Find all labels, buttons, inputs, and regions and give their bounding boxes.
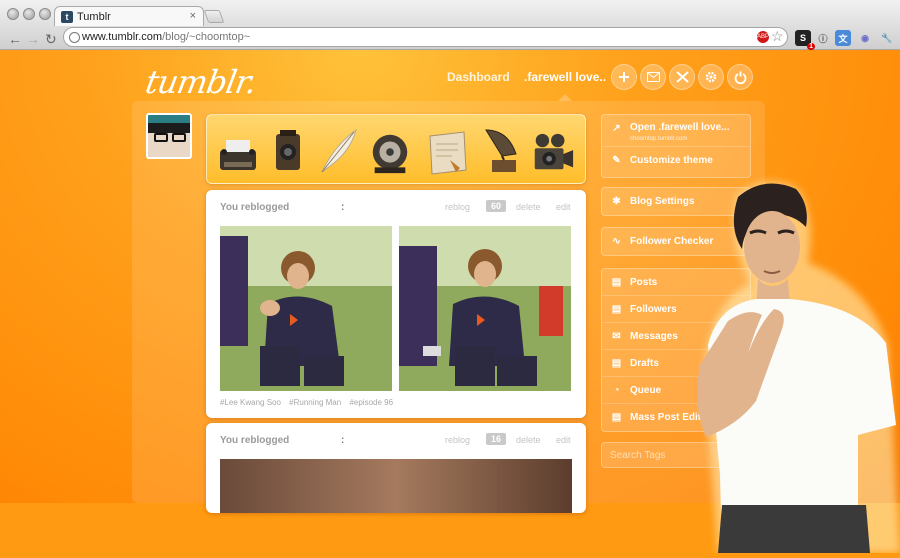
menu-label: Drafts	[630, 357, 659, 369]
document-icon: ▤	[611, 304, 622, 315]
post-photo[interactable]	[399, 226, 571, 391]
reblog-link[interactable]: reblog	[445, 435, 470, 445]
reblog-link[interactable]: reblog	[445, 202, 470, 212]
note-count[interactable]: 60	[486, 200, 507, 212]
tab-title: Tumblr	[77, 10, 111, 23]
menu-label: Followers	[630, 303, 677, 315]
tag-link[interactable]: #Lee Kwang Soo	[220, 398, 281, 407]
new-post-icon[interactable]	[611, 64, 637, 90]
tumblr-page: tumblr. Dashboard .farewell love.. You r…	[0, 50, 900, 554]
extension-circle-icon[interactable]: ◉	[857, 30, 873, 46]
post-photo[interactable]	[220, 226, 392, 391]
scroll-icon[interactable]	[425, 124, 471, 176]
adblock-icon[interactable]: ABP	[757, 31, 769, 43]
post-type-bar	[206, 114, 586, 184]
tumblr-logo[interactable]: tumblr.	[143, 63, 259, 101]
gramophone-icon[interactable]	[477, 124, 523, 176]
reload-icon[interactable]: ↻	[45, 31, 57, 48]
quill-icon[interactable]	[315, 124, 361, 176]
post-colon: :	[341, 435, 345, 446]
delete-link[interactable]: delete	[516, 202, 541, 212]
blog-link[interactable]: .farewell love..	[524, 70, 606, 84]
external-link-icon: ↗	[612, 123, 621, 134]
url-path: /blog/~choomtop~	[162, 31, 251, 43]
blog-caret-icon	[558, 94, 572, 101]
new-tab-button[interactable]	[203, 10, 225, 23]
gear-icon[interactable]	[698, 64, 724, 90]
document-icon: ▤	[611, 412, 622, 423]
camera-icon[interactable]	[265, 124, 311, 176]
forward-arrow-icon[interactable]: →	[26, 31, 40, 47]
wrench-icon[interactable]: 🔧	[879, 30, 895, 46]
post-colon: :	[341, 202, 345, 213]
blog-box: ↗ Open .farewell love... choomtop.tumblr…	[601, 114, 751, 178]
gear-icon: ✱	[612, 196, 621, 207]
open-blog-link[interactable]: ↗ Open .farewell love... choomtop.tumblr…	[602, 115, 750, 147]
menu-label: Posts	[630, 276, 658, 288]
wrench-icon: ✎	[612, 155, 621, 166]
post-tags: #Lee Kwang Soo #Running Man #episode 96	[220, 398, 399, 407]
close-window-button[interactable]	[7, 8, 19, 20]
extension-badge: 1	[807, 43, 815, 50]
mail-icon[interactable]	[640, 64, 666, 90]
tumblr-x-icon[interactable]	[669, 64, 695, 90]
avatar[interactable]	[146, 113, 192, 159]
tumblr-favicon-icon: t	[61, 10, 73, 23]
post-photo[interactable]	[220, 459, 572, 513]
translate-icon[interactable]: 文	[835, 30, 851, 46]
post-attribution: You reblogged	[220, 435, 290, 446]
person-photo-overlay	[697, 175, 900, 554]
envelope-icon: ✉	[612, 331, 621, 342]
extension-s-icon[interactable]: S1	[795, 30, 815, 50]
post-card: You reblogged : reblog 60 delete edit #L…	[206, 190, 586, 418]
url-domain: www.tumblr.com	[82, 31, 163, 43]
dashboard-link[interactable]: Dashboard	[447, 70, 510, 84]
edit-link[interactable]: edit	[556, 202, 571, 212]
phonograph-horn-icon[interactable]	[367, 124, 413, 176]
extension-info-icon[interactable]: ⓘ	[815, 30, 831, 46]
tab-close-icon[interactable]: ×	[190, 10, 196, 22]
menu-label: Messages	[630, 330, 678, 342]
menu-label: Queue	[630, 384, 662, 396]
open-blog-label: Open .farewell love...	[630, 122, 730, 133]
address-bar[interactable]: www.tumblr.com/blog/~choomtop~	[63, 27, 788, 47]
video-camera-icon[interactable]	[529, 124, 575, 176]
document-icon: ▤	[611, 277, 622, 288]
typewriter-icon[interactable]	[215, 124, 261, 176]
tag-link[interactable]: #episode 96	[349, 398, 393, 407]
blog-url: choomtop.tumblr.com	[630, 136, 688, 142]
power-icon[interactable]	[727, 64, 753, 90]
delete-link[interactable]: delete	[516, 435, 541, 445]
note-count[interactable]: 16	[486, 433, 507, 445]
customize-theme-link[interactable]: ✎ Customize theme	[602, 147, 750, 174]
bookmark-star-icon[interactable]: ☆	[771, 28, 784, 45]
globe-icon	[69, 32, 80, 43]
minimize-window-button[interactable]	[23, 8, 35, 20]
blog-settings-label: Blog Settings	[630, 196, 695, 207]
post-card: You reblogged : reblog 16 delete edit	[206, 423, 586, 513]
document-icon: ▤	[611, 358, 622, 369]
post-attribution: You reblogged	[220, 202, 290, 213]
chart-icon: ∿	[612, 236, 621, 247]
browser-tab[interactable]: t Tumblr ×	[54, 6, 204, 26]
customize-label: Customize theme	[630, 155, 713, 166]
back-arrow-icon[interactable]: ←	[8, 31, 22, 47]
clock-icon: ◔	[613, 385, 620, 396]
browser-toolbar: t Tumblr × ← → ↻ www.tumblr.com/blog/~ch…	[0, 0, 900, 50]
maximize-window-button[interactable]	[39, 8, 51, 20]
tag-link[interactable]: #Running Man	[289, 398, 341, 407]
edit-link[interactable]: edit	[556, 435, 571, 445]
